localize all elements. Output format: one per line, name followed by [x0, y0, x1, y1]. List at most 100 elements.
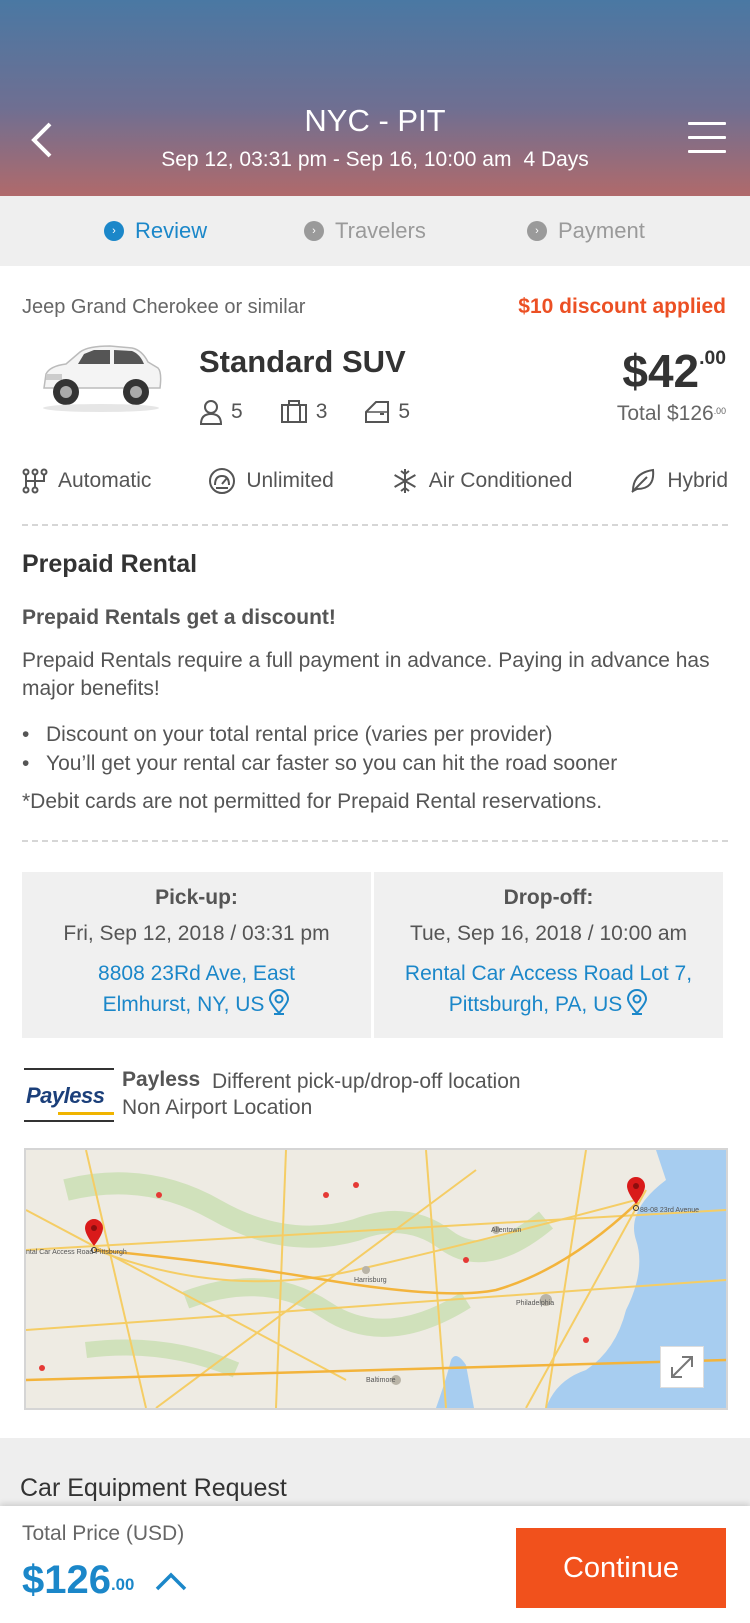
step-label: Travelers — [335, 218, 426, 243]
total-price-main: Total $126 — [616, 402, 714, 425]
chevron-up-icon[interactable] — [154, 1570, 188, 1592]
passengers-count: 5 — [231, 400, 243, 423]
dropoff-address-line2: Pittsburgh, PA, US — [448, 993, 623, 1016]
trip-duration: 4 Days — [523, 148, 589, 171]
feature-label: Hybrid — [667, 469, 728, 492]
luggage-icon — [280, 400, 307, 423]
total-price-cents: .00 — [713, 406, 726, 416]
dropoff-panel: Drop-off: Tue, Sep 16, 2018 / 10:00 am R… — [374, 872, 723, 1038]
footer-total-price: $126.00 — [22, 1558, 188, 1603]
vendor-location-type: Non Airport Location — [122, 1096, 313, 1119]
step-travelers[interactable]: › Travelers — [304, 218, 426, 244]
prepaid-benefits: Discount on your total rental price (var… — [22, 720, 617, 778]
booking-card: Jeep Grand Cherokee or similar $10 disco… — [0, 266, 750, 1438]
dropoff-address-link[interactable]: Rental Car Access Road Lot 7, Pittsburgh… — [374, 958, 723, 1020]
step-chevron-icon: › — [527, 221, 547, 241]
total-price: Total $126.00 — [617, 402, 726, 426]
map-label-pittsburgh: ntal Car Access Road Pittsburgh — [26, 1249, 127, 1256]
dropoff-address-line1: Rental Car Access Road Lot 7, — [404, 962, 693, 985]
location-pin-icon — [269, 989, 290, 1015]
prepaid-note: *Debit cards are not permitted for Prepa… — [22, 790, 603, 813]
feature-transmission: Automatic — [22, 467, 151, 495]
continue-button[interactable]: Continue — [516, 1528, 726, 1608]
dropoff-label: Drop-off: — [503, 886, 594, 909]
map-graphic: Philadelphia Baltimore Allentown Harrisb… — [26, 1150, 726, 1408]
car-model-similar: Jeep Grand Cherokee or similar — [22, 296, 306, 318]
doors-spec: 5 — [364, 399, 410, 425]
step-chevron-icon: › — [304, 221, 324, 241]
vendor-logo: Payless — [24, 1068, 114, 1122]
vendor-logo-text: Payless — [26, 1083, 105, 1108]
menu-bar-icon — [688, 136, 726, 139]
menu-bar-icon — [688, 122, 726, 125]
checkout-bar: Total Price (USD) $126.00 Continue — [0, 1506, 750, 1623]
map-expand-button[interactable] — [660, 1346, 704, 1388]
speedometer-icon — [209, 468, 236, 494]
progress-steps: › Review › Travelers › Payment — [0, 196, 750, 266]
car-features: Automatic Unlimited Air Conditioned Hybr… — [22, 467, 728, 495]
car-class: Standard SUV — [199, 344, 406, 379]
gear-shift-icon — [22, 468, 48, 494]
pickup-datetime: Fri, Sep 12, 2018 / 03:31 pm — [63, 922, 330, 945]
menu-button[interactable] — [688, 122, 726, 156]
prepaid-title: Prepaid Rental — [22, 550, 198, 578]
divider — [22, 840, 728, 842]
route-map[interactable]: Philadelphia Baltimore Allentown Harrisb… — [24, 1148, 728, 1410]
pickup-address-line2: Elmhurst, NY, US — [102, 993, 265, 1016]
bags-spec: 3 — [280, 399, 328, 425]
feature-label: Unlimited — [246, 469, 334, 492]
map-label-allentown: Allentown — [491, 1227, 521, 1234]
feature-hybrid: Hybrid — [629, 467, 728, 495]
car-door-icon — [365, 401, 390, 423]
menu-bar-icon — [688, 150, 726, 153]
step-label: Payment — [558, 218, 645, 243]
snowflake-icon — [393, 469, 416, 493]
daily-price-main: $42 — [622, 345, 700, 397]
route-title: NYC - PIT — [304, 103, 446, 138]
doors-count: 5 — [398, 400, 411, 423]
date-range: Sep 12, 03:31 pm - Sep 16, 10:00 am — [161, 148, 512, 171]
feature-ac: Air Conditioned — [391, 467, 573, 495]
passengers-spec: 5 — [199, 399, 243, 425]
pickup-panel: Pick-up: Fri, Sep 12, 2018 / 03:31 pm 88… — [22, 872, 371, 1038]
step-label: Review — [135, 218, 208, 243]
map-label-nyc: 88-08 23rd Avenue — [640, 1207, 699, 1214]
list-item: You’ll get your rental car faster so you… — [22, 749, 617, 778]
header: NYC - PIT Sep 12, 03:31 pm - Sep 16, 10:… — [0, 0, 750, 196]
daily-price-cents: .00 — [699, 348, 726, 369]
step-chevron-icon: › — [104, 221, 124, 241]
trip-dates: Sep 12, 03:31 pm - Sep 16, 10:00 am 4 Day… — [0, 148, 750, 172]
list-item: Discount on your total rental price (var… — [22, 720, 617, 749]
discount-badge: $10 discount applied — [518, 295, 726, 318]
logo-stripe — [58, 1112, 114, 1115]
step-review[interactable]: › Review — [104, 218, 207, 244]
car-specs: 5 3 5 — [199, 399, 447, 425]
prepaid-description: Prepaid Rentals require a full payment i… — [22, 649, 710, 700]
pickup-address-link[interactable]: 8808 23Rd Ave, East Elmhurst, NY, US — [22, 958, 371, 1020]
map-label-harrisburg: Harrisburg — [354, 1277, 387, 1284]
footer-price-main: $126 — [22, 1558, 111, 1602]
feature-label: Automatic — [58, 469, 152, 492]
pickup-address-line1: 8808 23Rd Ave, East — [98, 962, 295, 985]
divider — [22, 524, 728, 526]
vendor-name: Payless — [122, 1068, 201, 1091]
pickup-label: Pick-up: — [155, 886, 238, 909]
map-label-baltimore: Baltimore — [366, 1377, 396, 1384]
expand-icon — [671, 1356, 693, 1378]
footer-price-cents: .00 — [110, 1574, 135, 1594]
car-image — [36, 336, 166, 421]
map-label-philadelphia: Philadelphia — [516, 1300, 554, 1307]
step-payment[interactable]: › Payment — [527, 218, 645, 244]
vendor-location-note: Different pick-up/drop-off location — [212, 1070, 521, 1093]
dropoff-datetime: Tue, Sep 16, 2018 / 10:00 am — [409, 922, 688, 945]
location-pin-icon — [627, 989, 648, 1015]
daily-price: $42.00 — [622, 344, 726, 398]
prepaid-subtitle: Prepaid Rentals get a discount! — [22, 606, 336, 629]
total-price-label: Total Price (USD) — [22, 1522, 185, 1545]
bags-count: 3 — [315, 400, 328, 423]
feature-mileage: Unlimited — [208, 467, 334, 495]
feature-label: Air Conditioned — [428, 469, 573, 492]
person-icon — [199, 400, 223, 425]
leaf-icon — [631, 468, 655, 493]
equipment-section-title: Car Equipment Request — [20, 1474, 287, 1502]
